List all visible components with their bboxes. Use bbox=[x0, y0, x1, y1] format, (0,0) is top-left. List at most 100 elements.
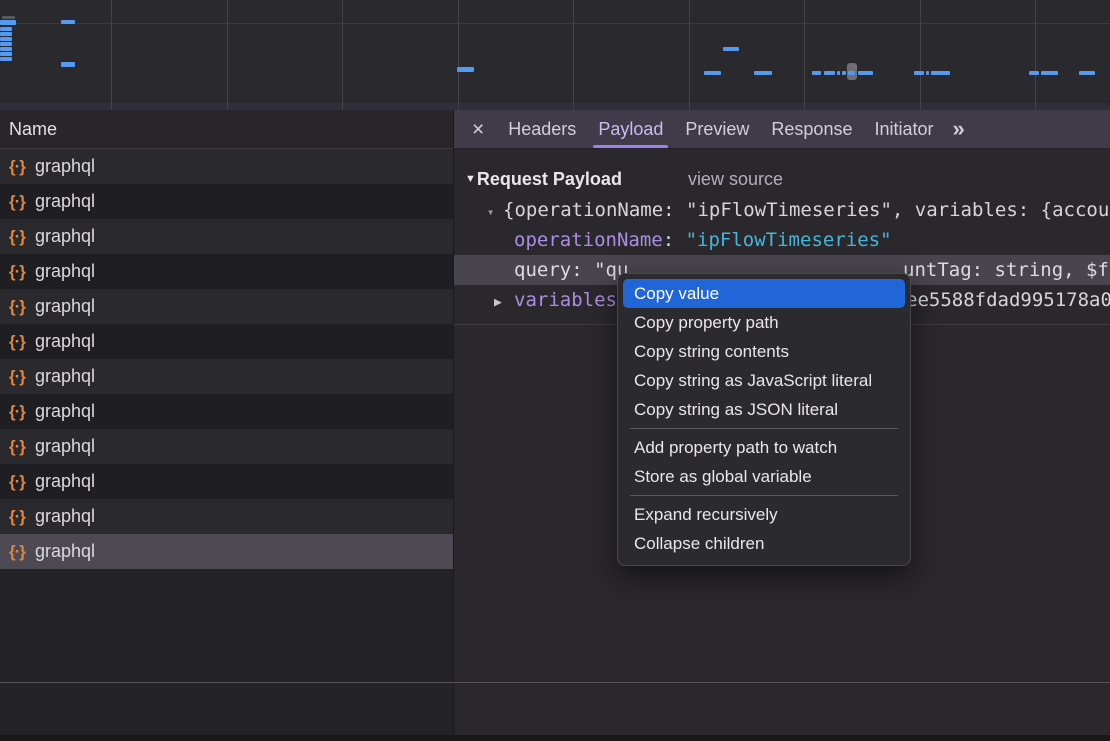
json-icon: {·} bbox=[9, 262, 35, 282]
timeline-gridline bbox=[458, 0, 459, 110]
request-row[interactable]: {·}graphql bbox=[0, 289, 453, 324]
menu-item-add-property-path-to-watch[interactable]: Add property path to watch bbox=[623, 433, 905, 462]
footer-right bbox=[454, 683, 1110, 735]
timeline-midline bbox=[0, 23, 1110, 24]
timeline-request-bar bbox=[754, 71, 772, 75]
json-icon: {·} bbox=[9, 542, 35, 562]
section-collapse-arrow-icon[interactable]: ▼ bbox=[465, 173, 476, 185]
timeline-request-bar bbox=[1029, 71, 1039, 75]
request-payload-section-header: ▼ Request Payload view source bbox=[454, 163, 1110, 195]
request-row[interactable]: {·}graphql bbox=[0, 184, 453, 219]
timeline-request-bar bbox=[0, 32, 12, 36]
menu-separator bbox=[630, 495, 898, 496]
timeline-request-bar bbox=[0, 47, 12, 51]
timeline-gridline bbox=[342, 0, 343, 110]
menu-item-store-as-global-variable[interactable]: Store as global variable bbox=[623, 462, 905, 491]
request-row[interactable]: {·}graphql bbox=[0, 254, 453, 289]
timeline-gridline bbox=[227, 0, 228, 110]
property-value-right-fragment: untTag: string, $f bbox=[903, 255, 1109, 285]
request-name: graphql bbox=[35, 226, 95, 247]
request-row[interactable]: {·}graphql bbox=[0, 394, 453, 429]
menu-item-expand-recursively[interactable]: Expand recursively bbox=[623, 500, 905, 529]
view-source-link[interactable]: view source bbox=[688, 169, 783, 190]
timeline-bottom-strip bbox=[0, 103, 1110, 110]
request-name: graphql bbox=[35, 471, 95, 492]
request-name: graphql bbox=[35, 541, 95, 562]
request-row[interactable]: {·}graphql bbox=[0, 149, 453, 184]
menu-item-copy-string-json-literal[interactable]: Copy string as JSON literal bbox=[623, 395, 905, 424]
timeline-request-bar bbox=[837, 71, 840, 75]
timeline-request-bar bbox=[812, 71, 821, 75]
tab-preview[interactable]: Preview bbox=[674, 110, 760, 148]
json-icon: {·} bbox=[9, 332, 35, 352]
timeline-request-bar bbox=[704, 71, 721, 75]
timeline-gridline bbox=[689, 0, 690, 110]
property-key: variables bbox=[514, 289, 617, 311]
request-row[interactable]: {·}graphql bbox=[0, 219, 453, 254]
network-main-area: Name {·}graphql {·}graphql {·}graphql {·… bbox=[0, 110, 1110, 682]
menu-separator bbox=[630, 428, 898, 429]
request-row[interactable]: {·}graphql bbox=[0, 359, 453, 394]
request-row-selected[interactable]: {·}graphql bbox=[0, 534, 453, 569]
menu-item-copy-value[interactable]: Copy value bbox=[623, 279, 905, 308]
request-name: graphql bbox=[35, 506, 95, 527]
request-row[interactable]: {·}graphql bbox=[0, 464, 453, 499]
tab-payload[interactable]: Payload bbox=[587, 110, 674, 148]
json-icon: {·} bbox=[9, 367, 35, 387]
timeline-request-bar bbox=[457, 67, 474, 72]
panel-footer bbox=[0, 682, 1110, 735]
request-name: graphql bbox=[35, 366, 95, 387]
timeline-request-bar bbox=[0, 27, 12, 31]
timeline-request-bar bbox=[914, 71, 924, 75]
name-column-label: Name bbox=[9, 119, 57, 139]
timeline-request-bar bbox=[723, 47, 739, 51]
timeline-gridline bbox=[573, 0, 574, 110]
details-tab-bar: × Headers Payload Preview Response Initi… bbox=[454, 110, 1110, 149]
timeline-request-bar bbox=[0, 57, 12, 61]
network-overview-timeline[interactable] bbox=[0, 0, 1110, 110]
json-icon: {·} bbox=[9, 472, 35, 492]
timeline-request-bar bbox=[824, 71, 835, 75]
json-icon: {·} bbox=[9, 157, 35, 177]
tab-response[interactable]: Response bbox=[760, 110, 863, 148]
request-name: graphql bbox=[35, 436, 95, 457]
tab-headers[interactable]: Headers bbox=[497, 110, 587, 148]
request-rows: {·}graphql {·}graphql {·}graphql {·}grap… bbox=[0, 149, 453, 569]
timeline-request-bar bbox=[1079, 71, 1095, 75]
json-icon: {·} bbox=[9, 192, 35, 212]
request-list: Name {·}graphql {·}graphql {·}graphql {·… bbox=[0, 110, 454, 682]
timeline-gridline bbox=[920, 0, 921, 110]
property-value-string: "ipFlowTimeseries" bbox=[686, 229, 892, 251]
timeline-request-bar bbox=[0, 42, 12, 46]
more-tabs-icon[interactable]: » bbox=[953, 116, 963, 142]
timeline-request-bar bbox=[0, 37, 12, 41]
menu-item-collapse-children[interactable]: Collapse children bbox=[623, 529, 905, 558]
menu-item-copy-property-path[interactable]: Copy property path bbox=[623, 308, 905, 337]
menu-item-copy-string-js-literal[interactable]: Copy string as JavaScript literal bbox=[623, 366, 905, 395]
timeline-request-bar bbox=[61, 62, 75, 67]
expand-arrow-icon[interactable]: ▾ bbox=[487, 197, 503, 225]
menu-item-copy-string-contents[interactable]: Copy string contents bbox=[623, 337, 905, 366]
request-row[interactable]: {·}graphql bbox=[0, 499, 453, 534]
section-title: Request Payload bbox=[477, 169, 622, 190]
json-icon: {·} bbox=[9, 402, 35, 422]
request-name: graphql bbox=[35, 331, 95, 352]
tree-row-summary[interactable]: ▾{operationName: "ipFlowTimeseries", var… bbox=[454, 195, 1110, 225]
timeline-request-bar bbox=[0, 52, 12, 56]
request-row[interactable]: {·}graphql bbox=[0, 324, 453, 359]
request-row[interactable]: {·}graphql bbox=[0, 429, 453, 464]
timeline-request-bar bbox=[848, 71, 855, 75]
request-name: graphql bbox=[35, 261, 95, 282]
collapsed-arrow-icon[interactable]: ▶ bbox=[494, 288, 514, 315]
tab-initiator[interactable]: Initiator bbox=[863, 110, 944, 148]
json-icon: {·} bbox=[9, 227, 35, 247]
property-key: query bbox=[514, 259, 571, 281]
request-list-header-name-column[interactable]: Name bbox=[0, 110, 453, 149]
timeline-request-bar bbox=[858, 71, 873, 75]
timeline-request-bar bbox=[0, 20, 16, 25]
timeline-request-bar bbox=[931, 71, 950, 75]
json-icon: {·} bbox=[9, 437, 35, 457]
property-value-right-fragment: ee5588fdad995178a0 bbox=[906, 285, 1110, 315]
close-icon[interactable]: × bbox=[472, 119, 484, 140]
tree-row-operation-name[interactable]: operationName: "ipFlowTimeseries" bbox=[454, 225, 1110, 255]
